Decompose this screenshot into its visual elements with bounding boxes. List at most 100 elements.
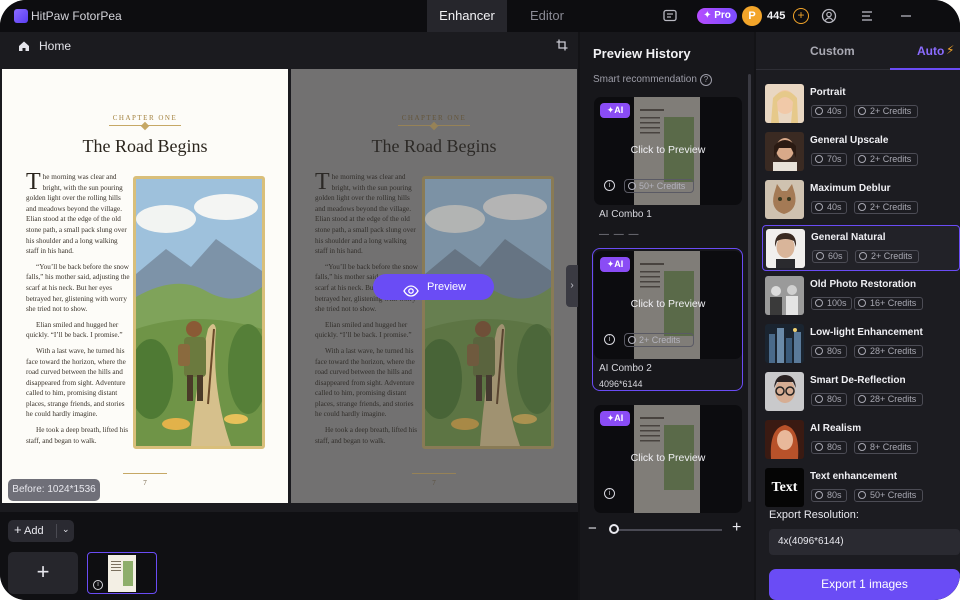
account-icon[interactable] (821, 8, 837, 24)
divider (56, 524, 57, 538)
clock-icon (815, 155, 823, 163)
plus-icon: + (14, 522, 22, 537)
ai-label: AI (614, 105, 624, 115)
click-to-preview[interactable]: Click to Preview (594, 144, 742, 156)
model-credits: 2+ Credits (854, 201, 919, 214)
model-name: General Natural (811, 232, 886, 243)
home-link[interactable]: Home (39, 39, 71, 53)
info-icon[interactable]: i (604, 180, 615, 191)
info-icon[interactable]: i (604, 334, 615, 345)
model-time: 70s (811, 153, 847, 166)
ai-label: AI (614, 259, 624, 269)
credit-coin-icon (859, 252, 867, 260)
model-name: Text enhancement (810, 471, 898, 482)
model-time: 60s (812, 250, 848, 263)
time-value: 80s (827, 346, 842, 356)
credits-value: 2+ Credits (870, 202, 912, 212)
workspace-toolbar: Home (0, 32, 578, 60)
chevron-down-icon[interactable]: ⌄ (62, 524, 70, 535)
zoom-slider-handle[interactable] (609, 524, 619, 534)
credit-coin-icon (628, 182, 636, 190)
info-icon[interactable]: i (604, 488, 615, 499)
history-card[interactable]: ✦AI Click to Preview i 2+ Credits (594, 251, 742, 359)
clock-icon (815, 347, 823, 355)
feedback-icon[interactable] (662, 8, 678, 24)
ai-label: AI (614, 413, 624, 423)
drop-cap: T (26, 169, 41, 195)
credits-value: 2+ Credits (639, 335, 681, 345)
clock-icon (815, 491, 823, 499)
model-credits: 28+ Credits (854, 345, 924, 358)
time-value: 80s (827, 490, 842, 500)
pro-badge[interactable]: ✦ Pro (697, 8, 737, 24)
model-item-ai-realism[interactable]: AI Realism 80s 8+ Credits (762, 417, 960, 463)
tab-auto[interactable]: Auto (917, 44, 944, 58)
model-item-portrait[interactable]: Portrait 40s 2+ Credits (762, 81, 960, 127)
export-resolution-select[interactable]: 4x(4096*6144) (769, 529, 960, 555)
title-bar: HitPaw FotorPea Enhancer Editor ✦ Pro P … (0, 0, 960, 32)
credit-coin-icon (858, 395, 866, 403)
zoom-track[interactable] (612, 529, 722, 531)
model-name: Old Photo Restoration (810, 279, 917, 290)
add-coins-button[interactable]: + (793, 8, 809, 24)
time-value: 100s (827, 298, 847, 308)
help-icon[interactable]: ? (699, 74, 712, 86)
model-item-smart-de-reflection[interactable]: Smart De-Reflection 80s 28+ Credits (762, 369, 960, 415)
model-time: 80s (811, 393, 847, 406)
ornament-line (123, 473, 167, 474)
click-to-preview[interactable]: Click to Preview (594, 298, 742, 310)
crop-icon[interactable] (556, 38, 568, 51)
natural-thumb (766, 229, 805, 268)
image-thumbnail[interactable]: i (87, 552, 157, 594)
credit-coin-icon (858, 491, 866, 499)
zoom-in-button[interactable]: + (732, 519, 741, 537)
workspace: Home CHAPTER ONE The Road Begins The mor… (0, 32, 578, 512)
book-paragraph: He took a deep breath, lifted his staff,… (26, 426, 129, 445)
credit-coin-icon (858, 299, 866, 307)
tab-custom[interactable]: Custom (810, 44, 855, 58)
model-credits: 2+ Credits (854, 153, 919, 166)
combo-name: AI Combo 2 (599, 363, 652, 374)
before-size-badge: Before: 1024*1536 (8, 479, 100, 501)
credits-value: 50+ Credits (639, 181, 686, 191)
credits-badge: 2+ Credits (624, 333, 694, 347)
model-item-text-enhancement[interactable]: Text Text enhancement 80s 50+ Credits (762, 465, 960, 511)
info-icon[interactable]: i (93, 580, 103, 590)
credits-value: 8+ Credits (870, 442, 912, 452)
model-item-maximum-deblur[interactable]: Maximum Deblur 40s 2+ Credits (762, 177, 960, 223)
history-card[interactable]: ✦AI Click to Preview i 50+ Credits (594, 97, 742, 205)
credits-value: 2+ Credits (871, 251, 913, 261)
credits-value: 2+ Credits (870, 154, 912, 164)
time-value: 80s (827, 394, 842, 404)
credit-coin-icon (858, 155, 866, 163)
export-button[interactable]: Export 1 images (769, 569, 960, 600)
upscale-thumb (765, 132, 804, 171)
preview-button[interactable]: Preview (373, 274, 494, 300)
model-item-general-natural[interactable]: General Natural 60s 2+ Credits (762, 225, 960, 271)
add-button[interactable]: + Add ⌄ (8, 520, 74, 542)
clock-icon (815, 107, 823, 115)
cat-thumb (765, 180, 804, 219)
tab-editor[interactable]: Editor (507, 0, 587, 32)
clock-icon (816, 252, 824, 260)
zoom-out-button[interactable]: − (588, 520, 597, 537)
click-to-preview[interactable]: Click to Preview (594, 452, 742, 464)
minimize-icon[interactable] (898, 8, 914, 24)
model-item-old-photo-restoration[interactable]: Old Photo Restoration 100s 16+ Credits (762, 273, 960, 319)
model-item-low-light-enhancement[interactable]: Low-light Enhancement 80s 28+ Credits (762, 321, 960, 367)
book-paragraph: With a last wave, he turned his face tow… (26, 346, 126, 419)
model-time: 40s (811, 105, 847, 118)
time-value: 70s (827, 154, 842, 164)
tab-enhancer[interactable]: Enhancer (427, 0, 507, 32)
model-name: Maximum Deblur (810, 183, 891, 194)
history-card[interactable]: ✦AI Click to Preview i (594, 405, 742, 513)
time-value: 40s (827, 202, 842, 212)
add-image-tile[interactable]: + (8, 552, 78, 594)
credits-badge: 50+ Credits (624, 179, 694, 193)
menu-icon[interactable] (859, 8, 875, 24)
before-image[interactable]: CHAPTER ONE The Road Begins The morning … (2, 69, 288, 503)
scrollbar[interactable] (748, 74, 751, 502)
model-item-general-upscale[interactable]: General Upscale 70s 2+ Credits (762, 129, 960, 175)
home-icon[interactable] (18, 39, 30, 51)
collapse-panel-button[interactable]: › (566, 265, 578, 307)
